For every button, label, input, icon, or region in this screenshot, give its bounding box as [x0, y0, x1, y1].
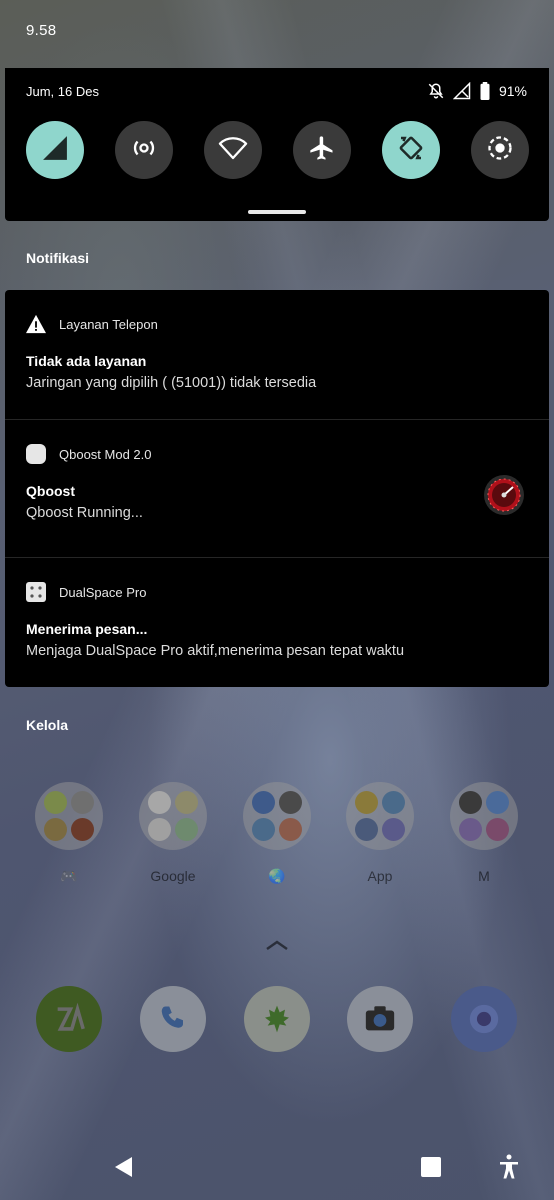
folder-icon: [35, 782, 103, 850]
hotspot-tile[interactable]: [115, 121, 173, 179]
quick-settings-panel: Jum, 16 Des 91%: [5, 68, 549, 221]
notification-text: Jaringan yang dipilih ( (51001)) tidak t…: [26, 375, 317, 391]
qs-drag-handle[interactable]: [248, 210, 306, 214]
battery-icon: [479, 82, 491, 100]
notification-app-name: Qboost Mod 2.0: [59, 446, 152, 462]
folder-label: M: [478, 868, 490, 884]
gallery-icon[interactable]: [451, 986, 517, 1052]
notifications-heading: Notifikasi: [26, 250, 90, 266]
back-button[interactable]: [108, 1154, 138, 1184]
notification-title: Tidak ada layanan: [26, 353, 147, 369]
camera-icon[interactable]: [347, 986, 413, 1052]
qs-status-icons: 91%: [427, 82, 527, 100]
accessibility-button[interactable]: [494, 1154, 524, 1184]
leaf-app-icon[interactable]: [244, 986, 310, 1052]
no-signal-icon: [452, 82, 471, 100]
qs-date[interactable]: Jum, 16 Des: [26, 84, 99, 99]
folder-label: App: [367, 868, 393, 884]
notification-text: Qboost Running...: [26, 505, 143, 521]
accessibility-icon: [497, 1154, 521, 1185]
battery-percent: 91%: [498, 83, 527, 99]
recents-button[interactable]: [416, 1154, 446, 1184]
hotspot-icon: [130, 134, 158, 167]
notification-title: Menerima pesan...: [26, 621, 148, 637]
app-drawer-chevron-icon[interactable]: [265, 938, 289, 956]
dualspace-app-icon: [25, 581, 47, 603]
recents-square-icon: [421, 1156, 441, 1182]
notification-app-name: Layanan Telepon: [59, 316, 158, 332]
screen-record-tile[interactable]: [471, 121, 529, 179]
warning-icon: [25, 313, 47, 335]
folder-icon: [346, 782, 414, 850]
folder-icon: [243, 782, 311, 850]
notification-header: Layanan Telepon: [25, 313, 158, 335]
notification-header: Qboost Mod 2.0: [25, 443, 152, 465]
quick-tiles: [26, 121, 529, 179]
notification-item[interactable]: Qboost Mod 2.0 Qboost Qboost Running...: [5, 419, 549, 557]
folder-label: 🎮: [60, 868, 78, 884]
signal-icon: [42, 135, 68, 166]
mobile-data-tile[interactable]: [26, 121, 84, 179]
airplane-icon: [308, 134, 336, 167]
manage-button[interactable]: Kelola: [26, 717, 68, 733]
record-icon: [486, 134, 514, 167]
status-time: 9.58: [26, 22, 57, 39]
navigation-bar: [0, 1140, 554, 1200]
folder-icon: [139, 782, 207, 850]
auto-rotate-tile[interactable]: [382, 121, 440, 179]
notification-header: DualSpace Pro: [25, 581, 146, 603]
wifi-icon: [218, 133, 248, 168]
folder-label: Google: [150, 868, 196, 884]
notification-title: Qboost: [26, 483, 75, 499]
notification-item[interactable]: Layanan Telepon Tidak ada layanan Jaring…: [5, 290, 549, 419]
notification-text: Menjaga DualSpace Pro aktif,menerima pes…: [26, 643, 405, 659]
notification-list: Layanan Telepon Tidak ada layanan Jaring…: [5, 290, 549, 687]
wifi-tile[interactable]: [204, 121, 262, 179]
back-triangle-icon: [112, 1155, 134, 1184]
folder-icon: [450, 782, 518, 850]
notification-item[interactable]: DualSpace Pro Menerima pesan... Menjaga …: [5, 557, 549, 687]
zarchiver-icon[interactable]: [36, 986, 102, 1052]
rotate-icon: [396, 133, 426, 168]
speedometer-icon: [483, 474, 525, 521]
qboost-app-icon: [25, 443, 47, 465]
notification-app-name: DualSpace Pro: [59, 584, 147, 600]
phone-icon[interactable]: [140, 986, 206, 1052]
folder-label: 🌏: [268, 868, 286, 884]
bell-off-icon: [427, 82, 445, 100]
airplane-tile[interactable]: [293, 121, 351, 179]
